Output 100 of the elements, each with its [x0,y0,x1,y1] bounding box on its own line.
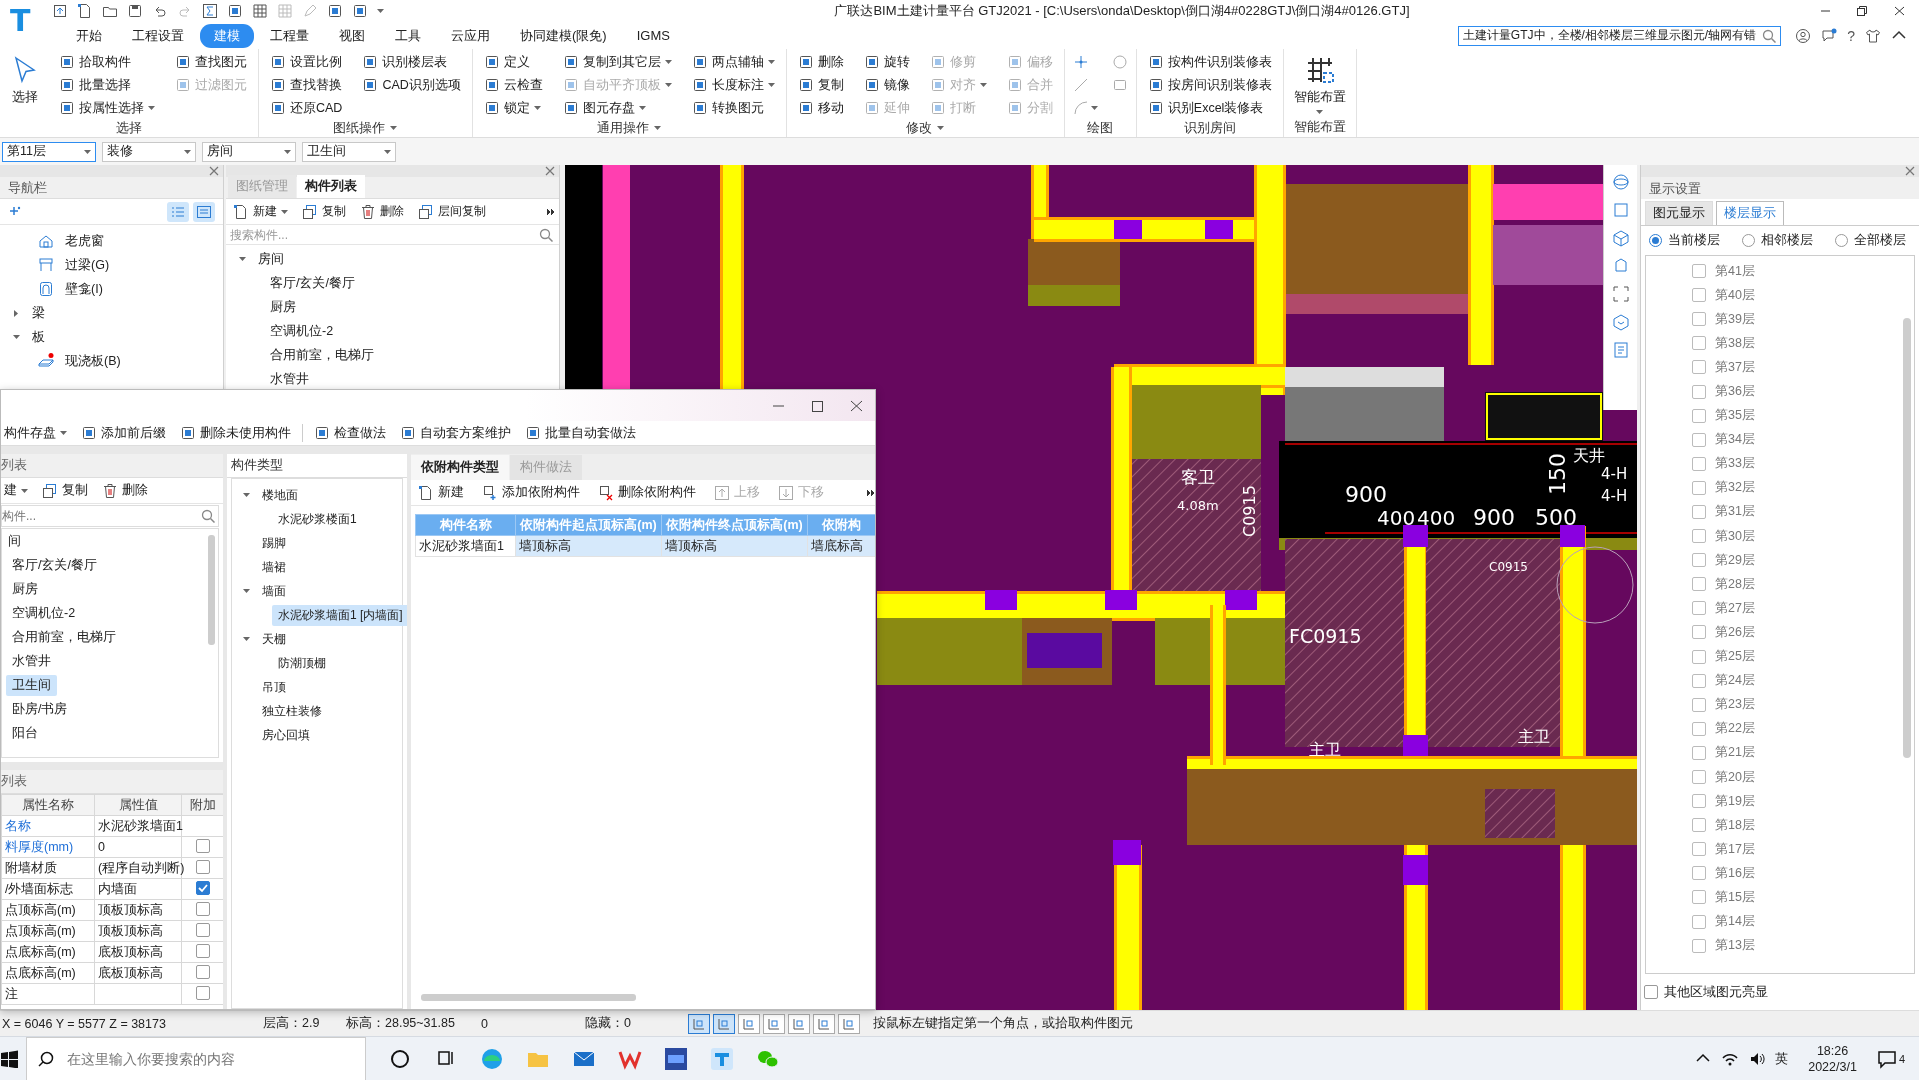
ribbon-button[interactable]: 图元存盘 [559,97,675,119]
menu-tab[interactable]: 视图 [325,23,379,48]
toolbar-button[interactable]: 自动套方案维护 [397,422,514,444]
property-value[interactable]: 水泥砂浆墙面1 [94,815,182,837]
dropdown[interactable]: 装修 [102,141,196,162]
toolbar-button[interactable]: 检查做法 [311,422,389,444]
tab[interactable]: 依附构件类型 [411,455,509,480]
toolbar-button[interactable]: 复制 [299,201,349,222]
smart-layout-button[interactable]: 智能布置 [1291,51,1348,118]
property-value[interactable]: (程序自动判断) [94,857,182,879]
tree-item[interactable]: 客厅/玄关/餐厅 [6,554,103,576]
search-field[interactable]: 土建计量GTJ中，全楼/相邻楼层三维显示图元/轴网有错 [1457,25,1782,46]
ribbon-button[interactable]: 拾取构件 [56,51,158,73]
ribbon-button[interactable]: 按房间识别装修表 [1144,74,1275,96]
tree-item[interactable]: 卧房/书房 [6,698,74,720]
dropdown[interactable]: 第11层 [2,141,96,162]
menu-tab[interactable]: 开始 [62,23,116,48]
dropdown[interactable]: 卫生间 [302,141,396,162]
ribbon-button[interactable]: 复制到其它层 [559,51,675,73]
toolbar-button[interactable]: 新建 [415,482,467,503]
ribbon-button[interactable]: 设置比例 [267,51,346,73]
tree-item[interactable]: 厨房 [6,578,44,600]
tree-item[interactable]: 踢脚 [256,532,292,554]
tree-item[interactable]: 空调机位-2 [264,320,340,342]
ribbon-button[interactable]: 按构件识别装修表 [1144,51,1275,73]
ribbon-button[interactable]: 识别楼层表 [359,51,464,73]
tree-item[interactable]: 水管井 [264,368,315,390]
toolbar-button[interactable]: 复制 [39,480,91,501]
toolbar-button[interactable]: 添加依附构件 [479,482,583,503]
tree-item[interactable]: 厨房 [264,296,302,318]
tree-item[interactable]: 合用前室，电梯厅 [6,626,122,648]
tree-item[interactable]: 独立柱装修 [256,700,328,722]
toolbar-button[interactable]: 删除 [99,480,151,501]
tree-item[interactable]: 房间 [252,248,290,270]
ribbon-button[interactable]: 定义 [480,51,546,73]
ribbon-button[interactable]: 长度标注 [688,74,778,96]
tree-item[interactable]: 墙面 [256,580,292,602]
app-logo[interactable]: T [0,0,40,49]
ribbon-button[interactable]: 识别Excel装修表 [1144,97,1275,119]
input-method-indicator[interactable]: 英 [1775,1049,1789,1068]
search-field[interactable]: 在这里输入你要搜索的内容 [26,1037,366,1080]
menu-tab[interactable]: 协同建模(限免) [506,23,621,48]
tree-item[interactable]: 天棚 [256,628,292,650]
ribbon-button[interactable]: 复制 [794,74,847,96]
toolbar-button[interactable]: 层间复制 [415,201,489,222]
ribbon-button[interactable]: 云检查 [480,74,546,96]
property-value[interactable]: 顶板顶标高 [94,899,182,921]
clock[interactable]: 18:26 2022/3/1 [1808,1042,1857,1075]
property-value[interactable]: 0 [94,836,182,858]
tree-item[interactable]: 阳台 [6,722,44,744]
toolbar-button[interactable]: 添加前后缀 [78,422,169,444]
tree-item[interactable]: 楼地面 [256,484,304,506]
tree-item[interactable]: 现浇板(B) [59,350,127,372]
tree-item[interactable]: 卫生间 [6,674,57,696]
property-value[interactable]: 顶板顶标高 [94,920,182,942]
tab[interactable]: 构件列表 [297,175,365,198]
toolbar-button[interactable]: 删除 [357,201,407,222]
tree-item[interactable]: 水管井 [6,650,57,672]
menu-tab[interactable]: 工具 [381,23,435,48]
tree-item[interactable]: 过梁(G) [59,254,116,276]
tab[interactable]: 楼层显示 [1716,201,1784,225]
toolbar-button[interactable]: 新建 [230,201,291,222]
ribbon-button[interactable]: 旋转 [860,51,913,73]
tree-item[interactable]: 壁龛(I) [59,278,109,300]
ribbon-button[interactable]: 批量选择 [56,74,158,96]
tree-item[interactable]: 水泥砂浆墙面1 [内墙面] [272,604,407,626]
tree-item[interactable]: 梁 [26,302,51,324]
ribbon-button[interactable]: 删除 [794,51,847,73]
select-button[interactable]: 选择 [8,51,42,110]
toolbar-button[interactable]: 批量自动套做法 [522,422,639,444]
search-field[interactable]: 构件... [1,505,219,527]
ribbon-button[interactable]: 按属性选择 [56,97,158,119]
tree-item[interactable]: 板 [26,326,51,348]
toolbar-button[interactable]: 删除未使用构件 [177,422,294,444]
toolbar-button[interactable]: 构件存盘 [1,422,70,444]
search-field[interactable]: 搜索构件... [230,227,555,242]
tab[interactable]: 图元显示 [1645,201,1713,225]
ribbon-button[interactable]: 还原CAD [267,97,346,119]
menu-tab[interactable]: IGMS [622,25,684,46]
ribbon-button[interactable]: 查找替换 [267,74,346,96]
ribbon-button[interactable]: 查找图元 [172,51,250,73]
tree-item[interactable]: 水泥砂浆楼面1 [272,508,363,530]
toolbar-button[interactable]: 建 [1,480,31,501]
menu-tab[interactable]: 工程设置 [118,23,198,48]
toolbar-button[interactable]: 删除依附构件 [595,482,699,503]
ribbon-button[interactable]: 镜像 [860,74,913,96]
tree-item[interactable]: 空调机位-2 [6,602,82,624]
ribbon-button[interactable]: 转换图元 [688,97,778,119]
tree-item[interactable]: 房心回填 [256,724,316,746]
menu-tab[interactable]: 工程量 [256,23,323,48]
property-value[interactable]: 底板顶标高 [94,962,182,984]
dropdown[interactable]: 房间 [202,141,296,162]
property-value[interactable]: 底板顶标高 [94,941,182,963]
tree-item[interactable]: 老虎窗 [59,230,110,252]
ribbon-button[interactable]: 锁定 [480,97,546,119]
tree-item[interactable]: 吊顶 [256,676,292,698]
tree-item[interactable]: 防潮顶棚 [272,652,332,674]
help-button[interactable]: ? [1847,27,1855,44]
ribbon-button[interactable]: CAD识别选项 [359,74,464,96]
tree-item[interactable]: 合用前室，电梯厅 [264,344,380,366]
